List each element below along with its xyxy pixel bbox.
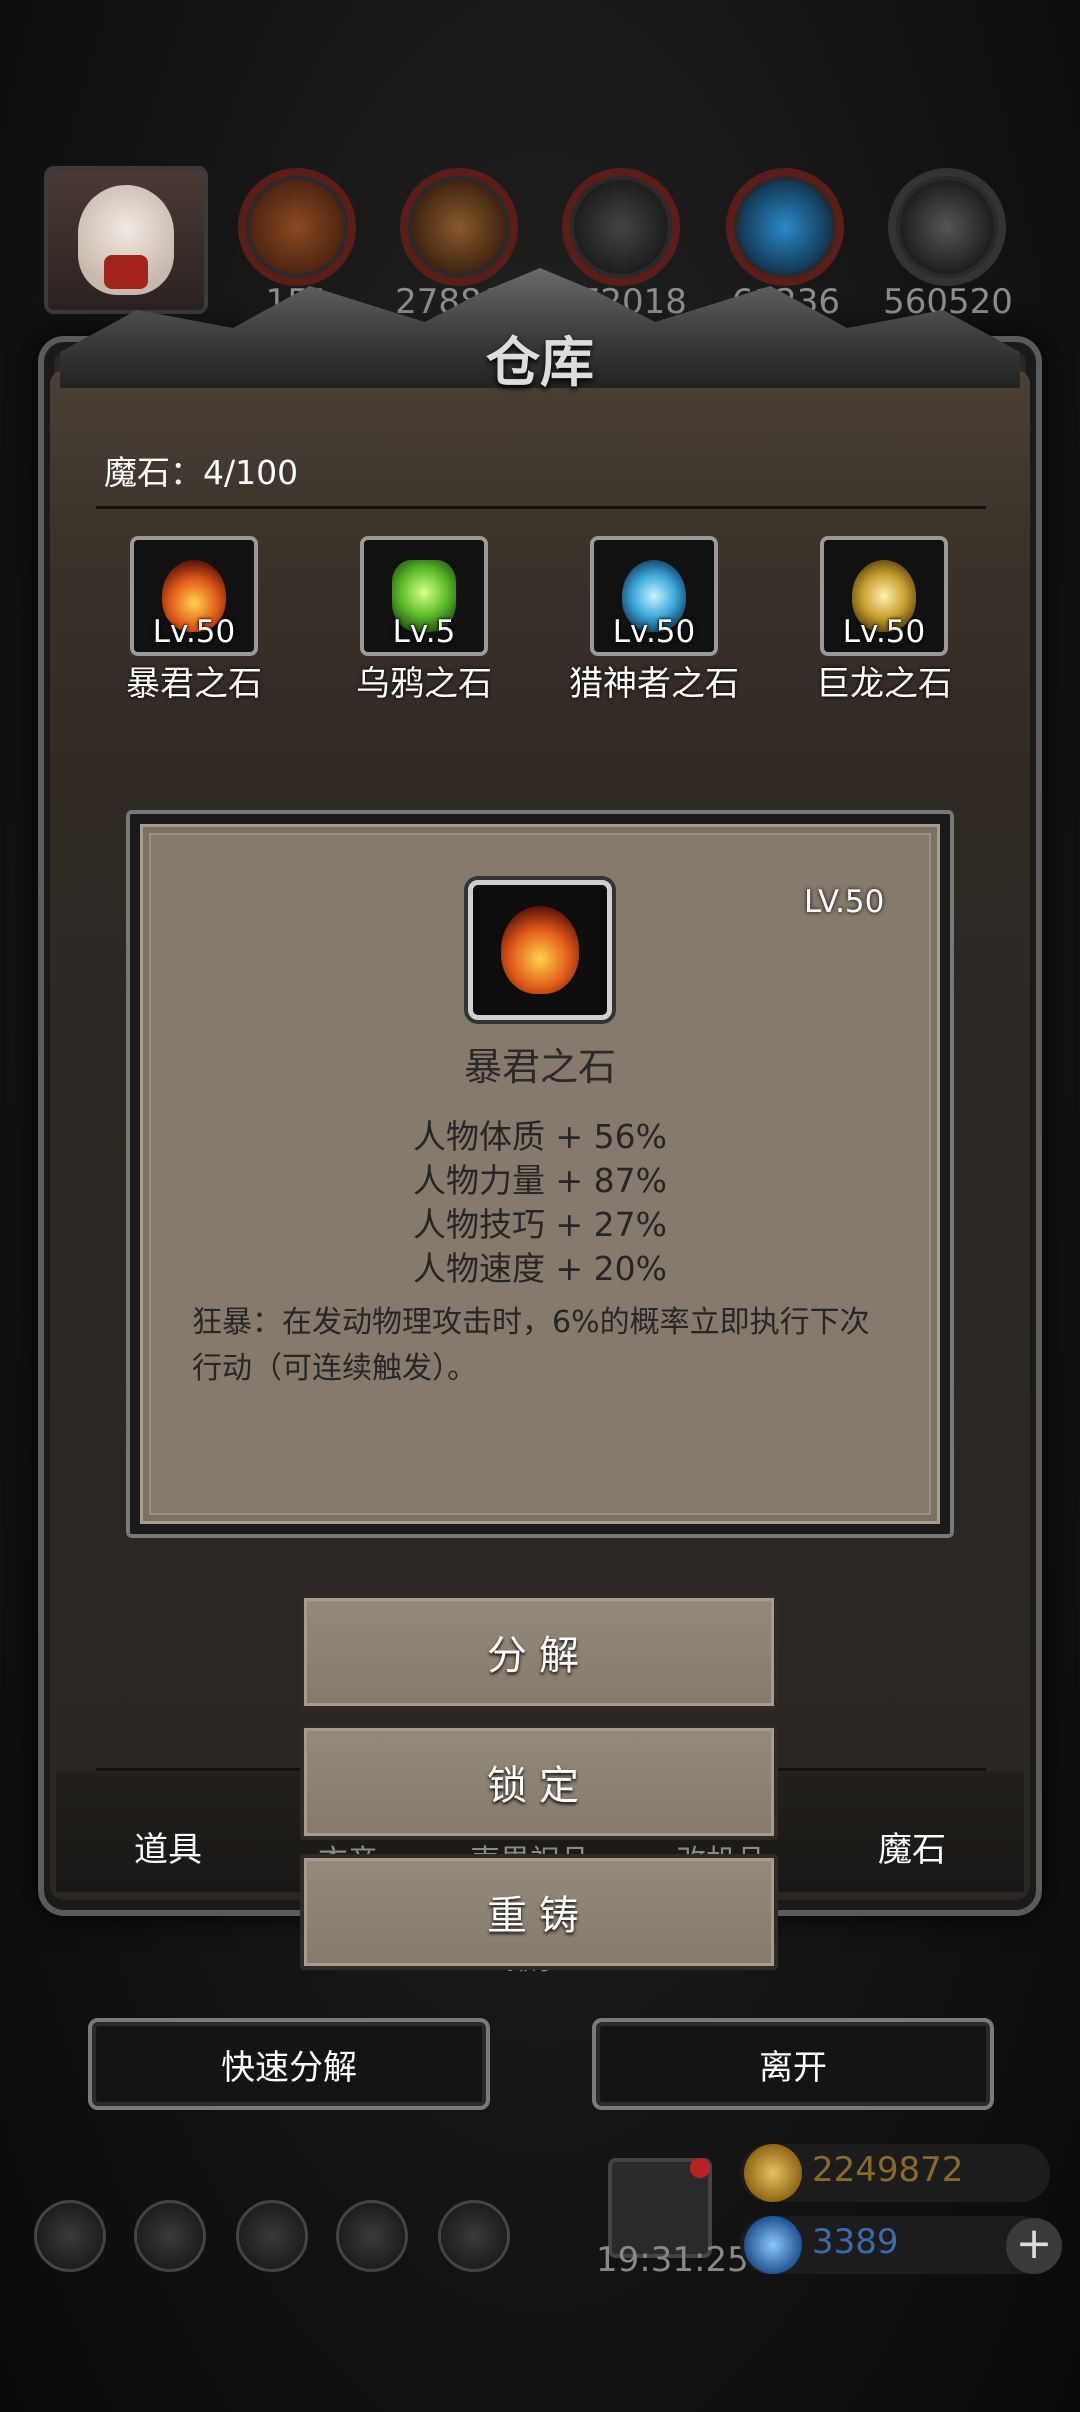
divider bbox=[96, 506, 986, 509]
tyrant-stone-icon bbox=[501, 906, 579, 994]
resource-orb-stone-icon bbox=[888, 168, 1006, 286]
category-count-label: 魔石：4/100 bbox=[104, 453, 299, 492]
stone-item-hunter[interactable]: Lv.50 猎神者之石 bbox=[544, 536, 764, 705]
detail-level: LV.50 bbox=[804, 884, 885, 920]
resource-orb-wood-icon bbox=[400, 168, 518, 286]
player-avatar[interactable] bbox=[44, 166, 208, 314]
stone-slot: Lv.50 bbox=[820, 536, 948, 656]
detail-stone-slot bbox=[468, 880, 612, 1020]
stone-item-crow[interactable]: Lv.5 乌鸦之石 bbox=[314, 536, 534, 705]
stat-technique: 人物技巧 + 27% bbox=[413, 1205, 667, 1244]
timer: 19:31:25 bbox=[596, 2240, 749, 2280]
stone-item-tyrant[interactable]: Lv.50 暴君之石 bbox=[84, 536, 304, 705]
notification-dot bbox=[690, 2158, 710, 2178]
stone-level: Lv.5 bbox=[392, 614, 456, 650]
stat-speed: 人物速度 + 20% bbox=[413, 1249, 667, 1288]
stone-slot: Lv.50 bbox=[130, 536, 258, 656]
resource-orb-1 bbox=[238, 168, 356, 286]
stat-constitution: 人物体质 + 56% bbox=[413, 1117, 667, 1156]
skill-description: 狂暴：在发动物理攻击时，6%的概率立即执行下次行动（可连续触发）。 bbox=[192, 1305, 870, 1386]
quick-decompose-button[interactable]: 快速分解 bbox=[88, 2018, 490, 2110]
rabbit-portrait-icon bbox=[78, 185, 174, 295]
stone-name: 暴君之石 bbox=[126, 664, 262, 704]
leave-button[interactable]: 离开 bbox=[592, 2018, 994, 2110]
stone-slot: Lv.5 bbox=[360, 536, 488, 656]
stone-item-dragon[interactable]: Lv.50 巨龙之石 bbox=[774, 536, 994, 705]
shield-icon[interactable] bbox=[438, 2200, 510, 2272]
decompose-button[interactable]: 分解 bbox=[300, 1594, 778, 1710]
tab-magic-stone[interactable]: 魔石 bbox=[878, 1822, 946, 1871]
stone-level: Lv.50 bbox=[842, 614, 926, 650]
resource-orb-crystal-icon bbox=[726, 168, 844, 286]
stone-slot: Lv.50 bbox=[590, 536, 718, 656]
stone-level: Lv.50 bbox=[152, 614, 236, 650]
stone-name: 猎神者之石 bbox=[569, 664, 739, 704]
lock-button[interactable]: 锁定 bbox=[300, 1724, 778, 1840]
gold-amount: 2249872 bbox=[812, 2150, 964, 2190]
gate-icon[interactable] bbox=[236, 2200, 308, 2272]
gold-coin-icon bbox=[744, 2144, 802, 2202]
stone-name: 乌鸦之石 bbox=[356, 664, 492, 704]
stone-name: 巨龙之石 bbox=[816, 664, 952, 704]
tab-items[interactable]: 道具 bbox=[134, 1822, 202, 1871]
add-currency-icon[interactable]: + bbox=[1006, 2218, 1062, 2274]
detail-stone-name: 暴君之石 bbox=[463, 1045, 616, 1089]
stat-strength: 人物力量 + 87% bbox=[413, 1161, 667, 1200]
resource-orb-iron-icon bbox=[562, 168, 680, 286]
diamond-amount: 3389 bbox=[812, 2222, 899, 2262]
stone-level: Lv.50 bbox=[612, 614, 696, 650]
panel-title: 仓库 bbox=[486, 330, 594, 394]
mail-icon[interactable] bbox=[336, 2200, 408, 2272]
star-icon[interactable] bbox=[134, 2200, 206, 2272]
settings-icon[interactable] bbox=[34, 2200, 106, 2272]
reforge-button[interactable]: 重铸 bbox=[300, 1854, 778, 1970]
diamond-icon bbox=[744, 2216, 802, 2274]
